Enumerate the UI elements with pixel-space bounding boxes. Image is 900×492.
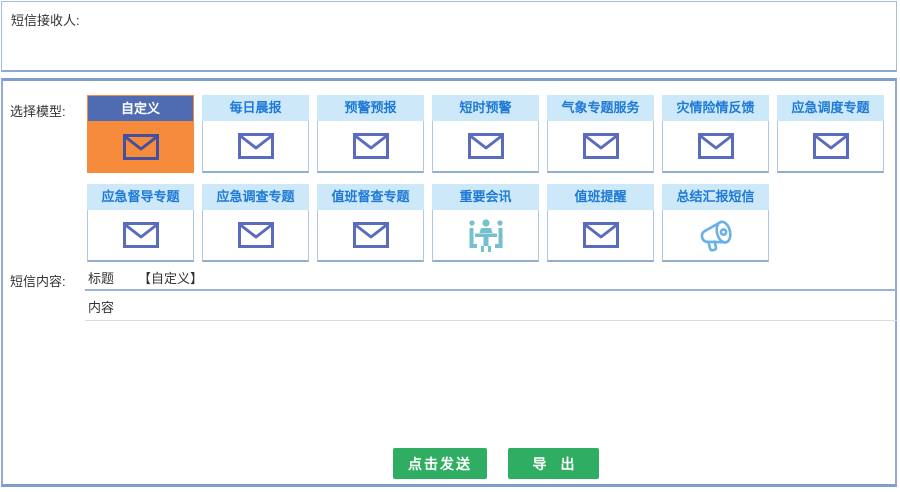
template-card[interactable]: 自定义	[87, 95, 194, 173]
envelope-icon	[662, 121, 769, 173]
template-card[interactable]: 应急调度专题	[777, 95, 884, 173]
template-card-title: 短时预警	[432, 95, 539, 121]
envelope-icon	[547, 121, 654, 173]
template-card-title: 重要会讯	[432, 184, 539, 210]
recipients-input-area[interactable]: 短信接收人:	[1, 1, 897, 72]
sms-body-field[interactable]: 内容	[85, 293, 897, 321]
sms-send-page: 短信接收人: 选择模型: 自定义每日晨报预警预报短时预警气象专题服务灾情险情反馈…	[0, 0, 900, 492]
megaphone-icon	[662, 210, 769, 262]
template-card[interactable]: 值班督查专题	[317, 184, 424, 262]
template-card-row-2: 应急督导专题应急调查专题值班督查专题重要会讯值班提醒总结汇报短信	[87, 184, 769, 262]
envelope-icon	[87, 210, 194, 262]
template-card-title: 值班提醒	[547, 184, 654, 210]
template-card[interactable]: 值班提醒	[547, 184, 654, 262]
envelope-icon	[202, 121, 309, 173]
body-label: 内容	[88, 297, 114, 316]
template-card[interactable]: 灾情险情反馈	[662, 95, 769, 173]
sms-title-field[interactable]: 标题 【自定义】	[85, 265, 897, 291]
recipients-label: 短信接收人:	[11, 10, 80, 29]
envelope-icon	[88, 121, 193, 172]
template-card-title: 值班督查专题	[317, 184, 424, 210]
model-select-label: 选择模型:	[10, 101, 66, 120]
sms-content-label: 短信内容:	[10, 271, 66, 290]
template-card-title: 预警预报	[317, 95, 424, 121]
template-card-title: 气象专题服务	[547, 95, 654, 121]
export-button[interactable]: 导 出	[508, 448, 599, 479]
template-card-title: 每日晨报	[202, 95, 309, 121]
template-card-title: 自定义	[88, 96, 193, 121]
template-card[interactable]: 总结汇报短信	[662, 184, 769, 262]
template-card[interactable]: 应急调查专题	[202, 184, 309, 262]
template-card[interactable]: 短时预警	[432, 95, 539, 173]
template-card-title: 应急调查专题	[202, 184, 309, 210]
template-card[interactable]: 气象专题服务	[547, 95, 654, 173]
template-card[interactable]: 预警预报	[317, 95, 424, 173]
template-card-title: 总结汇报短信	[662, 184, 769, 210]
template-card-title: 灾情险情反馈	[662, 95, 769, 121]
template-card-row-1: 自定义每日晨报预警预报短时预警气象专题服务灾情险情反馈应急调度专题	[87, 95, 884, 173]
template-card-title: 应急调度专题	[777, 95, 884, 121]
envelope-icon	[547, 210, 654, 262]
template-card[interactable]: 每日晨报	[202, 95, 309, 173]
envelope-icon	[432, 121, 539, 173]
title-value: 【自定义】	[138, 268, 203, 287]
template-card-title: 应急督导专题	[87, 184, 194, 210]
envelope-icon	[317, 210, 424, 262]
envelope-icon	[317, 121, 424, 173]
send-button[interactable]: 点击发送	[393, 448, 487, 479]
envelope-icon	[202, 210, 309, 262]
meeting-icon	[432, 210, 539, 262]
template-card[interactable]: 重要会讯	[432, 184, 539, 262]
envelope-icon	[777, 121, 884, 173]
template-card[interactable]: 应急督导专题	[87, 184, 194, 262]
title-label: 标题	[88, 268, 114, 287]
